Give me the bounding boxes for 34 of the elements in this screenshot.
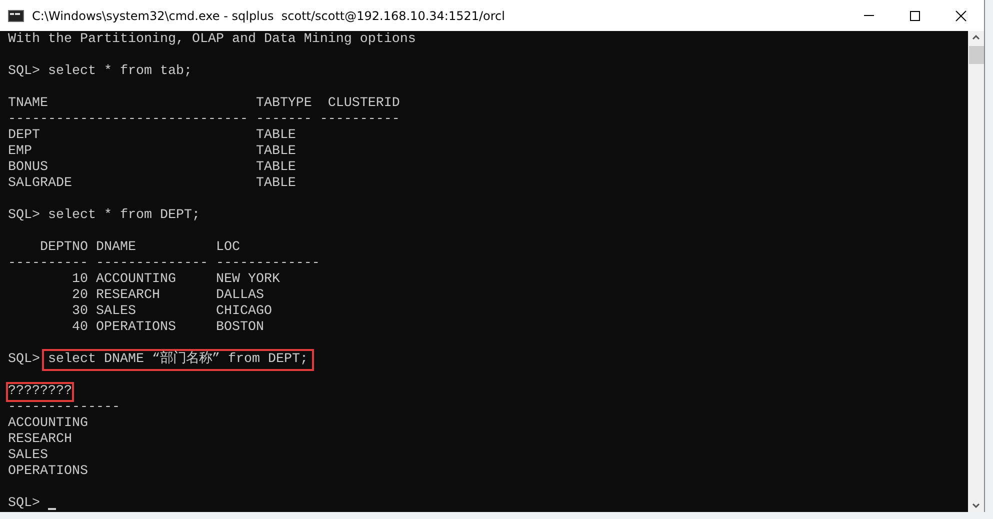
- prompt-text: SQL>: [8, 208, 40, 224]
- prompt-text: SQL>: [8, 496, 40, 512]
- window-title: C:\Windows\system32\cmd.exe - sqlplus scott/scott@192.168.10.34:1521/orcl: [32, 8, 505, 22]
- scroll-down-icon[interactable]: [972, 503, 980, 508]
- console-line: 10 ACCOUNTING NEW YORK: [70, 271, 281, 289]
- console-line: ---------- -------------- -------------: [7, 255, 321, 273]
- console-line: ------------------------------ ------- ----------: [7, 111, 401, 129]
- prompt-text: SQL>: [8, 352, 40, 368]
- console-line: RESEARCH: [7, 431, 73, 449]
- console-line: DEPTNO DNAME LOC: [38, 239, 241, 257]
- vertical-scrollbar[interactable]: [968, 31, 984, 512]
- console-line: 40 OPERATIONS BOSTON: [70, 319, 265, 337]
- console-line: ACCOUNTING: [7, 415, 89, 433]
- scrollbar-thumb[interactable]: [968, 46, 984, 64]
- maximize-icon: [909, 10, 921, 22]
- prompt-text: SQL>: [8, 64, 40, 80]
- command-text: select * from DEPT;: [47, 207, 201, 225]
- console-line: TNAME TABTYPE CLUSTERID: [7, 95, 401, 113]
- console-line: DEPT TABLE: [7, 127, 297, 145]
- console-line: EMP TABLE: [7, 143, 297, 161]
- console-line: 30 SALES CHICAGO: [70, 303, 273, 321]
- command-text: select DNAME “部门名称” from DEPT;: [42, 349, 314, 371]
- close-icon: [955, 10, 967, 22]
- scroll-up-icon[interactable]: [972, 35, 980, 40]
- console-line: With the Partitioning, OLAP and Data Mining options: [7, 31, 417, 49]
- console-line: BONUS TABLE: [7, 159, 297, 177]
- console-icon: [8, 10, 24, 22]
- minimize-icon: [864, 15, 874, 16]
- console-line: 20 RESEARCH DALLAS: [70, 287, 265, 305]
- console-line: --------------: [7, 399, 121, 417]
- console-line: SALGRADE TABLE: [7, 175, 297, 193]
- console-line: SALES: [7, 447, 49, 465]
- console-line: OPERATIONS: [7, 463, 89, 481]
- command-text: select * from tab;: [47, 63, 193, 81]
